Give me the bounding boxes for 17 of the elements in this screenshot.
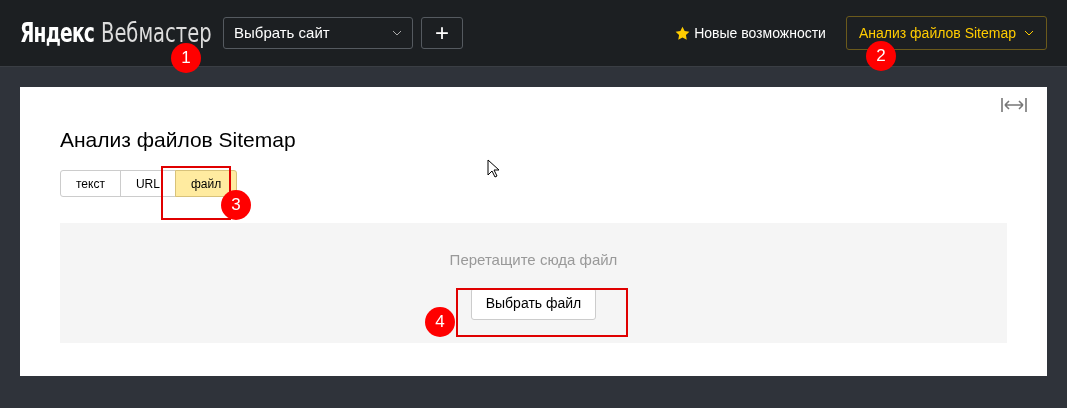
cursor-icon [487,159,501,179]
star-icon [675,25,691,41]
chevron-icon [392,30,402,36]
page-title: Анализ файлов Sitemap [60,127,297,153]
tool-menu-button[interactable]: Анализ файлов Sitemap [845,16,1047,50]
tab[interactable]: текст [60,170,121,198]
add-button[interactable]: + [421,17,463,49]
drop-hint: Перетащите сюда файл [448,250,619,271]
news-link[interactable]: Новые возможности [694,22,826,44]
choose-file-button[interactable]: Выбрать файл [470,287,597,320]
chevron-icon [1024,30,1034,36]
site-select[interactable]: Выбрать сайт [223,17,413,49]
callout-number: 1 [171,43,201,73]
logo-text[interactable]: Яндекс [20,13,95,53]
tab[interactable]: файл [174,170,238,198]
tab[interactable]: URL [119,170,176,198]
expand-width-icon[interactable] [1001,97,1027,113]
